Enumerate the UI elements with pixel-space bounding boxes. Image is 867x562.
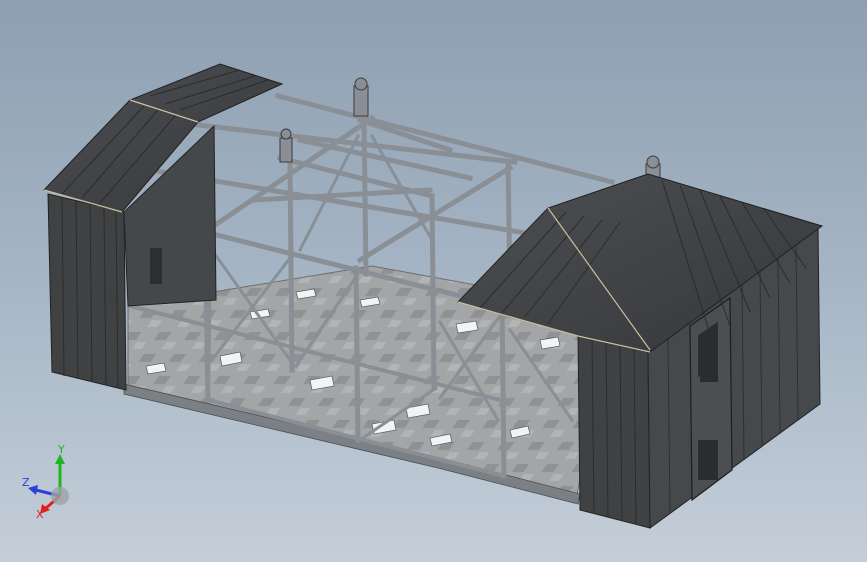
axis-triad: Y Z X bbox=[22, 444, 69, 520]
y-axis-label: Y bbox=[57, 444, 65, 456]
right-front-wall bbox=[577, 333, 651, 529]
door-vent bbox=[700, 344, 718, 382]
left-louver bbox=[150, 248, 162, 284]
door-louver-bottom bbox=[698, 440, 718, 480]
x-axis-label: X bbox=[36, 508, 44, 520]
triad-origin bbox=[51, 487, 69, 505]
graphics-viewport[interactable]: Y Z X bbox=[0, 0, 867, 562]
left-end-wall bbox=[47, 193, 127, 391]
3d-model-enclosure[interactable] bbox=[0, 0, 867, 562]
z-axis-label: Z bbox=[22, 476, 30, 489]
